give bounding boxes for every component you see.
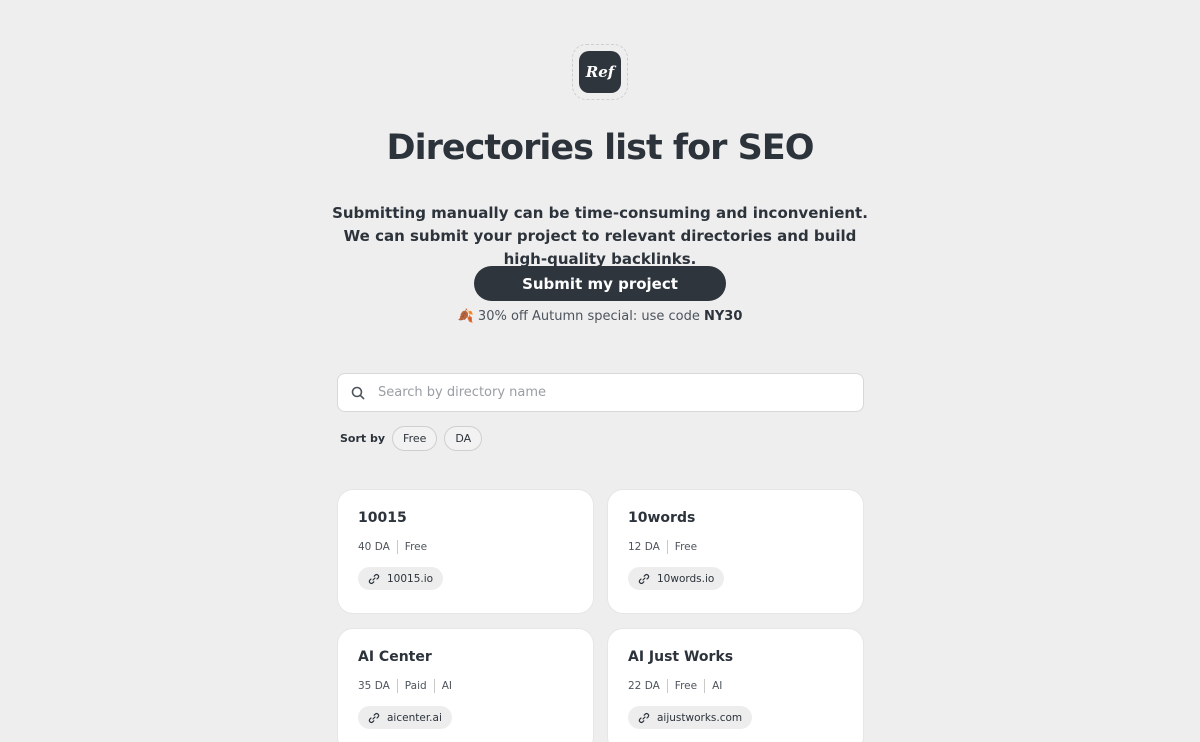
divider [396,679,398,693]
link-icon [638,573,650,584]
directory-meta: 12 DA Free [628,539,843,555]
directory-name: AI Just Works [628,649,734,665]
app-logo[interactable]: Ref [579,51,621,93]
sort-free-button[interactable]: Free [392,426,438,451]
directory-meta: 35 DA Paid AI [358,678,573,694]
directory-url: aicenter.ai [387,711,442,724]
leaf-icon: 🍂 [457,309,474,324]
search-input[interactable] [378,385,863,400]
directory-card[interactable]: 10words 12 DA Free 10words.io [607,489,864,614]
directory-url: aijustworks.com [657,711,743,724]
directory-url: 10words.io [657,572,715,585]
submit-project-button[interactable]: Submit my project [474,266,726,301]
divider [704,679,706,693]
directory-category: AI [712,680,723,692]
directory-name: 10words [628,510,696,526]
directory-card[interactable]: AI Center 35 DA Paid AI aicenter.ai [337,628,594,742]
directory-pricing: Free [674,541,698,553]
directory-meta: 40 DA Free [358,539,573,555]
page-title: Directories list for SEO [386,128,815,168]
directory-url: 10015.io [387,572,434,585]
promo-code: NY30 [704,309,743,324]
divider [666,679,668,693]
directory-card[interactable]: AI Just Works 22 DA Free AI aijustworks.… [607,628,864,742]
directory-pricing: Free [404,541,428,553]
logo-frame: Ref [572,44,628,100]
sort-controls: Sort by Free DA [340,426,483,451]
directory-link[interactable]: 10words.io [628,567,725,590]
directory-pricing: Paid [404,680,427,692]
directory-meta: 22 DA Free AI [628,678,843,694]
directory-da: 40 DA [358,541,390,553]
directory-name: AI Center [358,649,432,665]
link-icon [368,573,380,584]
page-subtitle: Submitting manually can be time-consumin… [332,204,868,268]
promo-banner: 🍂 30% off Autumn special: use code NY30 [0,309,1200,324]
divider [666,540,668,554]
directory-card[interactable]: 10015 40 DA Free 10015.io [337,489,594,614]
directory-name: 10015 [358,510,407,526]
directory-link[interactable]: 10015.io [358,567,444,590]
directory-da: 12 DA [628,541,660,553]
link-icon [368,712,380,723]
directory-link[interactable]: aijustworks.com [628,706,753,729]
search-icon [338,386,378,400]
directory-link[interactable]: aicenter.ai [358,706,452,729]
directory-da: 22 DA [628,680,660,692]
directory-da: 35 DA [358,680,390,692]
link-icon [638,712,650,723]
sort-label: Sort by [340,432,386,445]
divider [433,679,435,693]
divider [396,540,398,554]
promo-text: 30% off Autumn special: use code [477,309,700,324]
sort-da-button[interactable]: DA [444,426,483,451]
search-bar[interactable] [337,373,864,412]
directory-pricing: Free [674,680,698,692]
directory-category: AI [441,680,452,692]
